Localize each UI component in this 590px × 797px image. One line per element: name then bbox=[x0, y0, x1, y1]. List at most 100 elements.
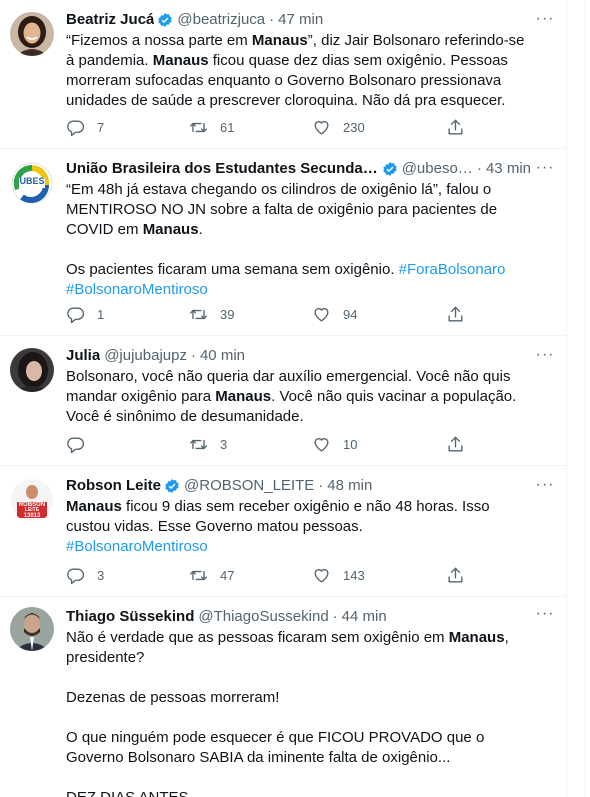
tweet-julia[interactable]: Julia @jujubajupz · 40 min Bolsonaro, vo… bbox=[0, 336, 566, 466]
tweet-header: Beatriz Jucá @beatrizjuca · 47 min bbox=[66, 10, 531, 30]
retweet-button[interactable]: 47 bbox=[189, 566, 312, 585]
tweet-actions: 1 39 94 bbox=[66, 305, 466, 324]
more-icon[interactable]: ··· bbox=[535, 606, 555, 627]
author-handle[interactable]: @beatrizjuca bbox=[177, 10, 265, 30]
avatar[interactable]: ROBSON LEITE 13013 bbox=[10, 478, 54, 522]
timestamp[interactable]: 47 min bbox=[278, 10, 323, 30]
retweet-button[interactable]: 39 bbox=[189, 305, 312, 324]
reply-button[interactable]: 7 bbox=[66, 118, 189, 137]
reply-count: 7 bbox=[97, 120, 105, 135]
like-button[interactable]: 230 bbox=[312, 118, 435, 137]
reply-icon bbox=[67, 568, 85, 585]
author-handle[interactable]: @jujubajupz bbox=[104, 346, 187, 366]
timeline: Beatriz Jucá @beatrizjuca · 47 min “Fize… bbox=[0, 0, 567, 797]
tweet-actions: 3 47 143 bbox=[66, 566, 466, 585]
reply-count: 3 bbox=[97, 568, 105, 583]
reply-button[interactable]: 3 bbox=[66, 566, 189, 585]
tweet-content: Julia @jujubajupz · 40 min Bolsonaro, vo… bbox=[66, 346, 531, 427]
author-handle[interactable]: @ROBSON_LEITE bbox=[184, 476, 314, 496]
hashtag-link[interactable]: #BolsonaroMentiroso bbox=[66, 538, 208, 555]
like-icon bbox=[314, 569, 329, 583]
tweet-text: Bolsonaro, você não queria dar auxílio e… bbox=[66, 367, 531, 427]
reply-button[interactable] bbox=[66, 435, 189, 454]
hashtag-link[interactable]: #BolsonaroMentiroso bbox=[66, 281, 208, 298]
like-count: 10 bbox=[343, 437, 358, 452]
tweet-thiago[interactable]: Thiago Süssekind @ThiagoSussekind · 44 m… bbox=[0, 597, 566, 797]
avatar-label: UBES bbox=[19, 176, 45, 186]
hashtag-link[interactable]: #ForaBolsonaro bbox=[399, 261, 506, 278]
reply-button[interactable]: 1 bbox=[66, 305, 189, 324]
like-count: 230 bbox=[343, 120, 365, 135]
verified-badge-icon bbox=[158, 13, 173, 27]
tweet-actions: 7 61 230 bbox=[66, 118, 466, 137]
tweet-text: Não é verdade que as pessoas ficaram sem… bbox=[66, 628, 531, 797]
retweet-button[interactable]: 61 bbox=[189, 118, 312, 137]
paragraph: Os pacientes ficaram uma semana sem oxig… bbox=[66, 260, 531, 300]
timestamp[interactable]: 48 min bbox=[327, 476, 372, 496]
highlight-term: Manaus bbox=[448, 629, 505, 646]
avatar[interactable] bbox=[10, 348, 54, 392]
more-icon[interactable]: ··· bbox=[535, 347, 555, 368]
avatar[interactable] bbox=[10, 12, 54, 56]
highlight-term: Manaus bbox=[152, 52, 209, 69]
share-icon bbox=[448, 436, 463, 452]
author-name[interactable]: Beatriz Jucá bbox=[66, 10, 154, 30]
share-button[interactable] bbox=[446, 305, 465, 324]
more-icon[interactable]: ··· bbox=[535, 160, 555, 181]
like-button[interactable]: 10 bbox=[312, 435, 435, 454]
verified-badge-icon bbox=[165, 479, 179, 493]
separator-dot: · bbox=[332, 608, 338, 625]
like-button[interactable]: 94 bbox=[312, 305, 435, 324]
tweet-header: Julia @jujubajupz · 40 min bbox=[66, 346, 531, 366]
share-button[interactable] bbox=[446, 435, 465, 454]
author-name[interactable]: Thiago Süssekind bbox=[66, 607, 194, 627]
text-segment: Os pacientes ficaram uma semana sem oxig… bbox=[66, 261, 399, 278]
text-segment: “Em 48h já estava chegando os cilindros … bbox=[66, 181, 498, 238]
avatar[interactable] bbox=[10, 607, 54, 651]
retweet-icon bbox=[189, 122, 208, 133]
like-button[interactable]: 143 bbox=[312, 566, 435, 585]
timestamp[interactable]: 40 min bbox=[200, 346, 245, 366]
retweet-count: 61 bbox=[220, 120, 235, 135]
text-segment: . bbox=[198, 221, 203, 238]
like-icon bbox=[314, 121, 329, 135]
share-button[interactable] bbox=[446, 118, 465, 137]
author-name[interactable]: União Brasileira dos Estudantes Secundar… bbox=[66, 159, 379, 179]
highlight-term: Manaus bbox=[142, 221, 199, 238]
tweet-actions: 3 10 bbox=[66, 435, 466, 454]
more-icon[interactable]: ··· bbox=[535, 477, 555, 498]
tweet-header: Robson Leite @ROBSON_LEITE · 48 min bbox=[66, 476, 531, 496]
reply-icon bbox=[67, 120, 85, 137]
retweet-button[interactable]: 3 bbox=[189, 435, 312, 454]
highlight-term: Manaus bbox=[215, 388, 272, 405]
retweet-count: 39 bbox=[220, 307, 235, 322]
verified-badge-icon bbox=[383, 162, 397, 176]
like-icon bbox=[314, 438, 329, 452]
highlight-term: Manaus bbox=[251, 32, 308, 49]
author-name[interactable]: Robson Leite bbox=[66, 476, 161, 496]
paragraph: Dezenas de pessoas morreram! bbox=[66, 689, 280, 706]
tweet-content: União Brasileira dos Estudantes Secundar… bbox=[66, 159, 531, 300]
tweet-header: Thiago Süssekind @ThiagoSussekind · 44 m… bbox=[66, 607, 531, 627]
author-name[interactable]: Julia bbox=[66, 346, 100, 366]
retweet-icon bbox=[189, 570, 208, 581]
divider bbox=[585, 0, 586, 797]
more-icon[interactable]: ··· bbox=[535, 11, 555, 32]
share-button[interactable] bbox=[446, 566, 465, 585]
tweet-beatriz[interactable]: Beatriz Jucá @beatrizjuca · 47 min “Fize… bbox=[0, 0, 566, 149]
text-segment: “Fizemos a nossa parte em bbox=[66, 32, 252, 49]
text-segment: ficou 9 dias sem receber oxigênio e não … bbox=[66, 498, 490, 535]
reply-count: 1 bbox=[97, 307, 105, 322]
author-handle[interactable]: @ubesof... bbox=[402, 159, 473, 179]
right-panel-edge bbox=[568, 0, 590, 797]
share-icon bbox=[448, 119, 463, 135]
avatar[interactable]: UBES bbox=[10, 161, 54, 205]
timestamp[interactable]: 44 min bbox=[342, 607, 387, 627]
paragraph: “Em 48h já estava chegando os cilindros … bbox=[66, 180, 531, 240]
tweet-robson[interactable]: ROBSON LEITE 13013 Robson Leite @ROBSON_… bbox=[0, 466, 566, 597]
tweet-ubes[interactable]: UBES União Brasileira dos Estudantes Sec… bbox=[0, 149, 566, 336]
timestamp[interactable]: 43 min bbox=[486, 159, 531, 179]
author-handle[interactable]: @ThiagoSussekind bbox=[198, 607, 328, 627]
avatar-label-num: 13013 bbox=[23, 513, 41, 519]
paragraph: DEZ DIAS ANTES. bbox=[66, 788, 531, 797]
